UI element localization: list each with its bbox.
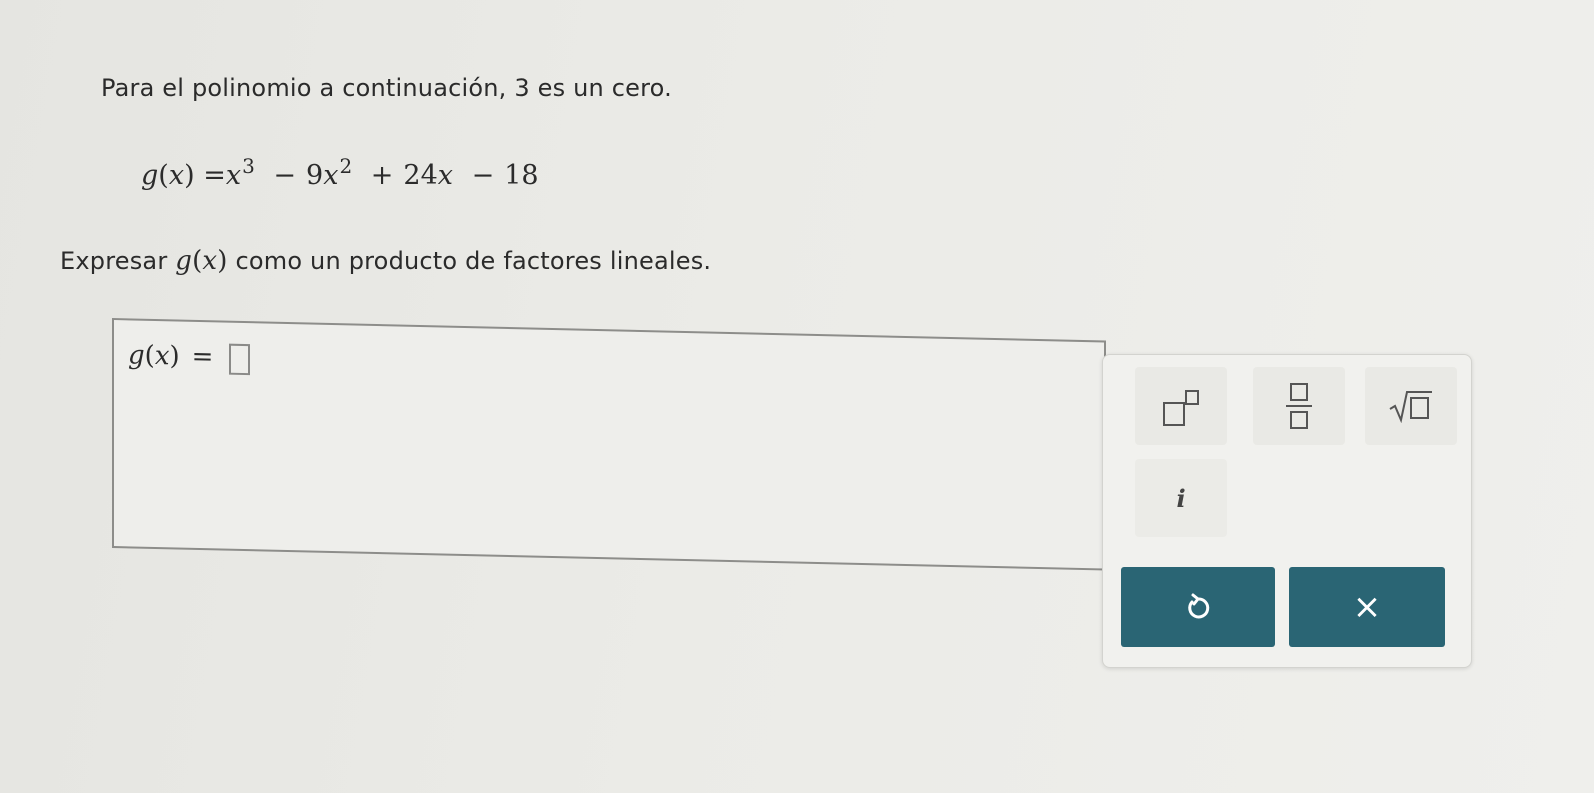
- undo-icon: [1188, 593, 1210, 619]
- square-root-icon: [1388, 389, 1434, 423]
- poly-var: x: [168, 160, 185, 191]
- answer-var: x: [154, 340, 170, 372]
- poly-t3-coef: 24: [403, 160, 438, 191]
- imaginary-unit-label: i: [1176, 483, 1186, 513]
- instruction-fn: g: [175, 246, 193, 276]
- close-icon: ×: [1352, 587, 1382, 627]
- square-root-button[interactable]: [1365, 367, 1457, 445]
- poly-op3: −: [471, 160, 495, 191]
- fraction-icon: [1286, 383, 1312, 429]
- answer-input-area[interactable]: g(x) =: [112, 318, 1106, 571]
- page: Para el polinomio a continuación, 3 es u…: [0, 0, 1594, 793]
- answer-expression: g(x) =: [128, 340, 251, 375]
- poly-fn: g: [141, 160, 159, 191]
- fraction-button[interactable]: [1253, 367, 1345, 445]
- problem-intro: Para el polinomio a continuación, 3 es u…: [101, 74, 672, 102]
- math-palette: i ×: [1102, 354, 1472, 668]
- undo-button[interactable]: [1121, 567, 1275, 647]
- superscript-button[interactable]: [1135, 367, 1227, 445]
- poly-eq: =: [203, 160, 226, 191]
- poly-t4: 18: [504, 160, 539, 191]
- poly-t2-coef: 9: [306, 160, 324, 191]
- poly-t3-var: x: [437, 160, 453, 191]
- poly-t1-exp: 3: [242, 154, 255, 178]
- superscript-icon: [1161, 386, 1201, 426]
- poly-t2-exp: 2: [339, 154, 353, 178]
- instruction-var: x: [202, 246, 218, 276]
- answer-eq: =: [191, 341, 214, 373]
- poly-op1: −: [273, 160, 297, 191]
- answer-fn: g: [128, 340, 145, 371]
- poly-t2-base: x: [323, 160, 339, 191]
- answer-slot-input[interactable]: [229, 343, 251, 375]
- instruction-after: como un producto de factores lineales.: [235, 247, 712, 275]
- imaginary-unit-button[interactable]: i: [1135, 459, 1227, 537]
- instruction-before: Expresar: [60, 247, 168, 275]
- polynomial-expression: g(x) =x3 −9x2 +24x −18: [141, 154, 539, 191]
- poly-t1-base: x: [225, 160, 242, 191]
- clear-button[interactable]: ×: [1289, 567, 1445, 647]
- poly-op2: +: [370, 160, 394, 191]
- problem-instruction: Expresar g(x) como un producto de factor…: [60, 246, 712, 276]
